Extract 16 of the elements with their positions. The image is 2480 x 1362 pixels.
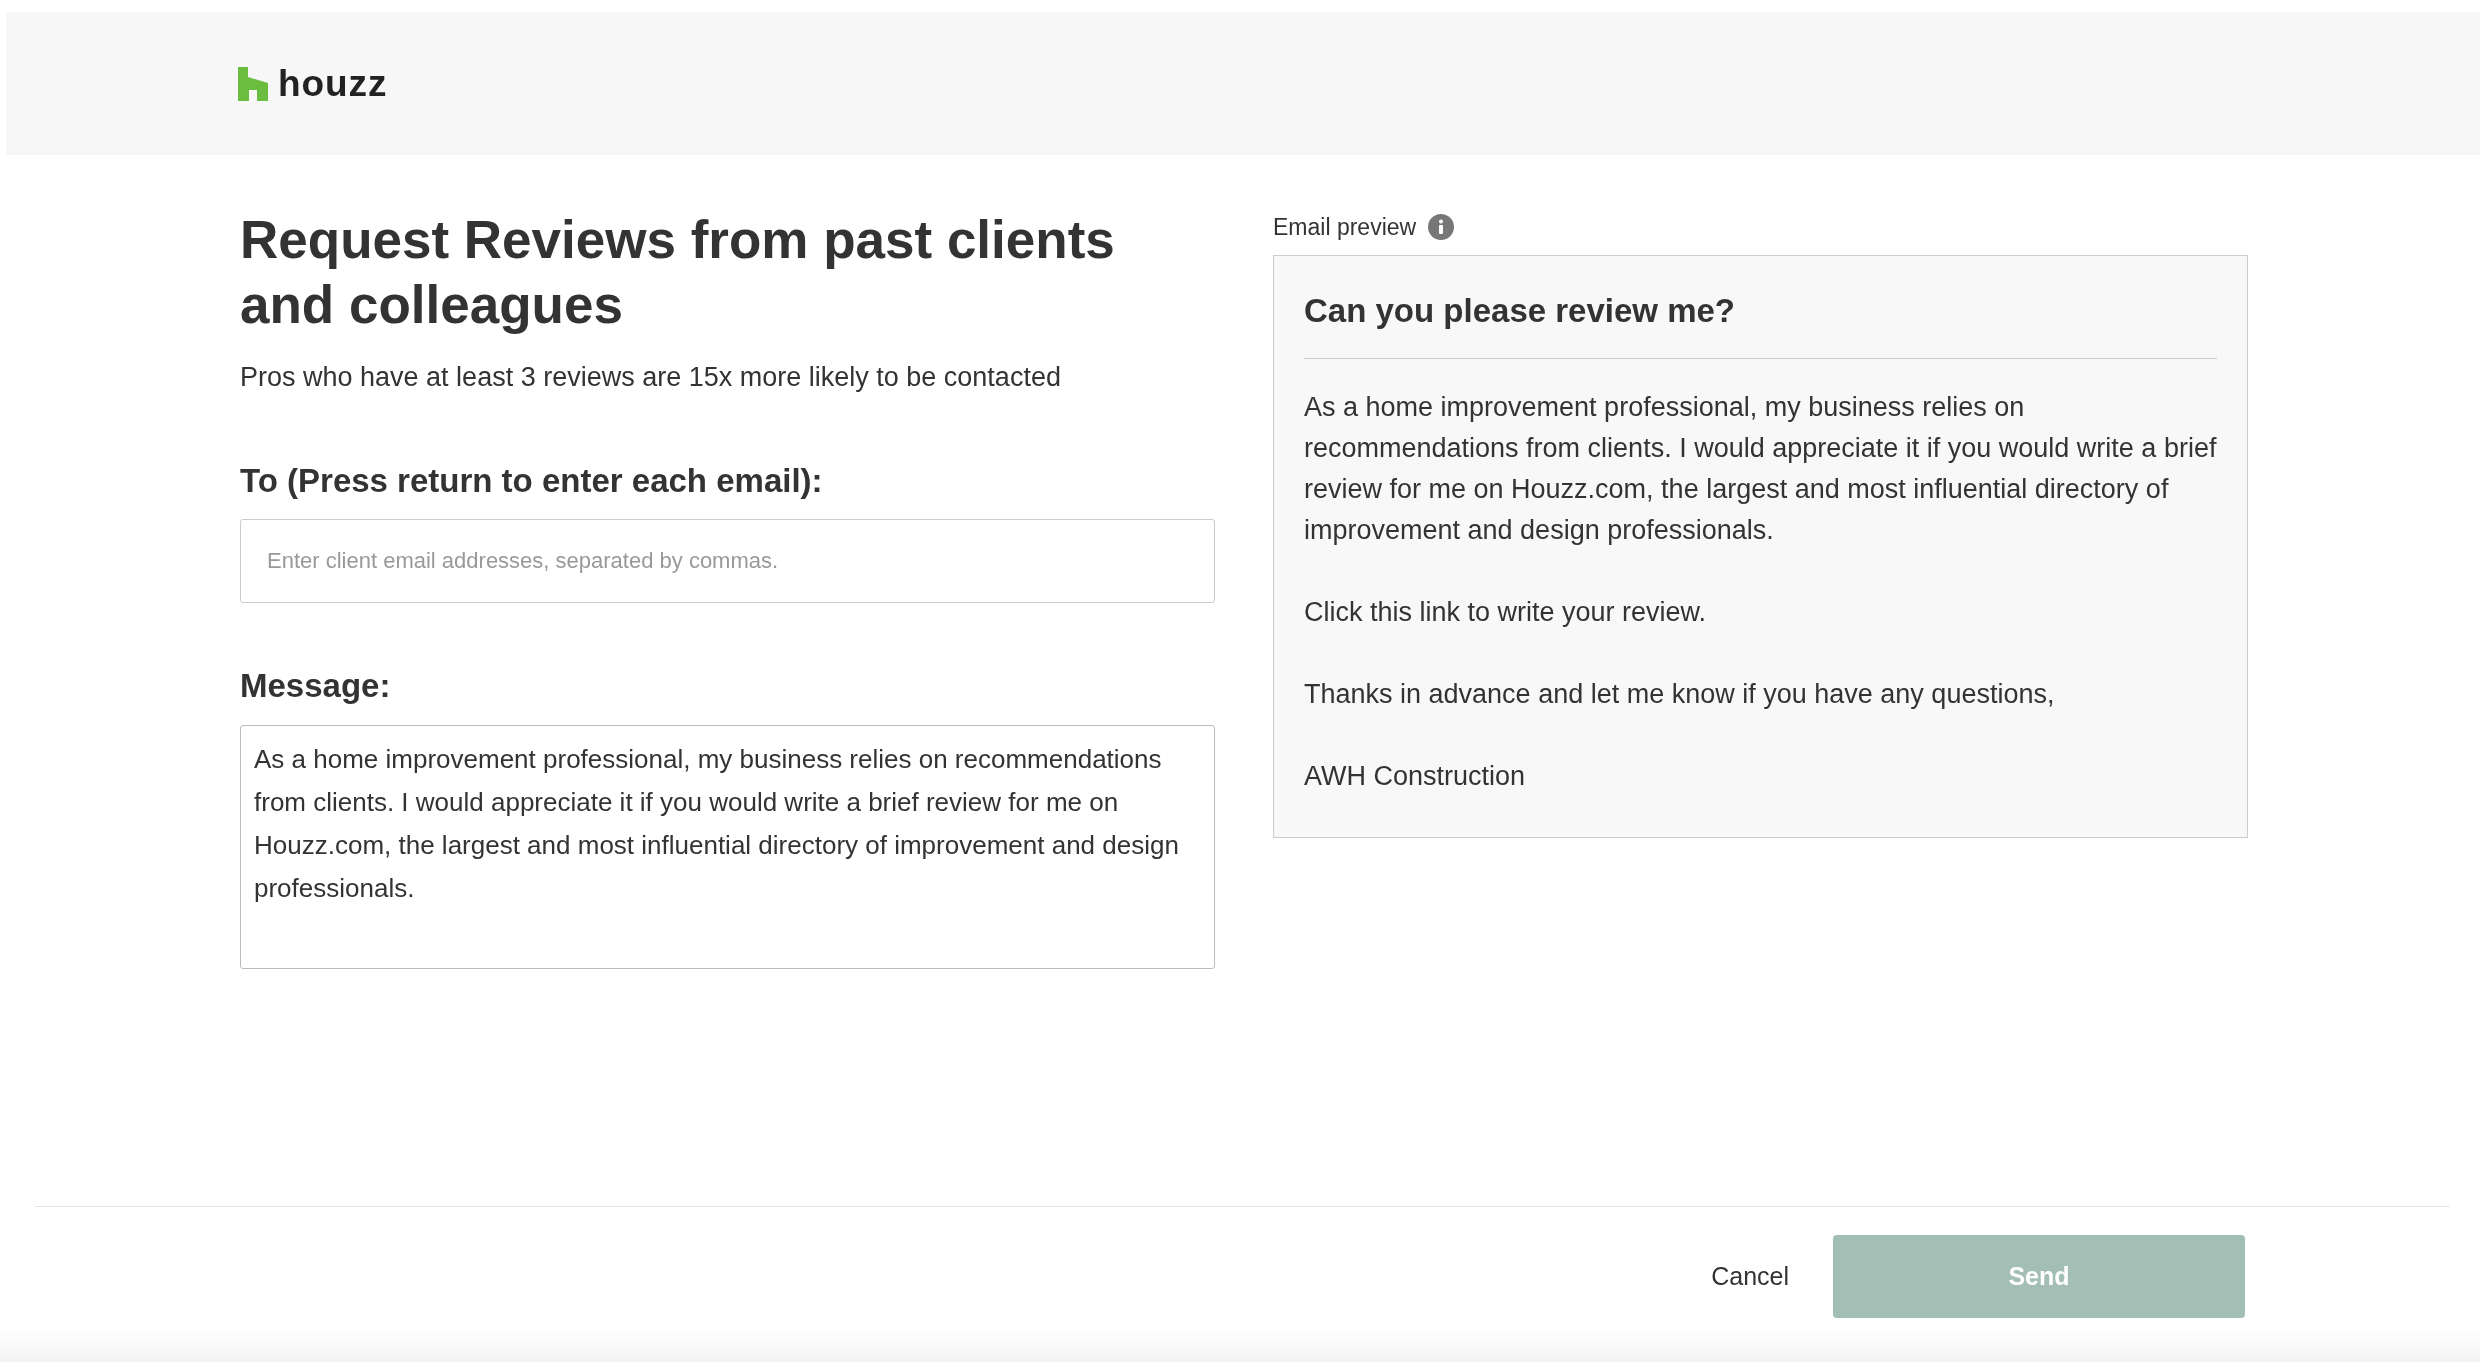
cancel-button[interactable]: Cancel [1711, 1257, 1789, 1296]
info-icon[interactable] [1428, 214, 1455, 240]
email-paragraph: Click this link to write your review. [1304, 595, 1708, 629]
preview-label: Email preview [1273, 212, 1417, 242]
email-paragraph: AWH Construction [1304, 759, 1527, 793]
page-title: Request Reviews from past clients and colleagues [240, 209, 1116, 336]
message-text-area[interactable]: As a home improvement professional, my business relies on recommendations from clients. I would appreciate it if you would write a brief review for me on Houzz.com, the largest and most influential directory of improvement and design professionals. [240, 724, 1215, 969]
email-paragraph: Thanks in advance and let me know if you have any questions, [1304, 677, 2056, 711]
subtitle: Pros who have at least 3 reviews are 15x more likely to be contacted [240, 361, 1062, 394]
house-logo-icon [238, 66, 268, 101]
email-subject: Can you please review me? [1304, 286, 2217, 359]
email-input-field[interactable]: Enter client email addresses, separated by commas. [240, 519, 1215, 603]
field-label: To (Press return to enter each email): [240, 460, 824, 501]
logo-text[interactable]: houzz [278, 65, 388, 102]
field-label: Message: [240, 666, 392, 706]
email-paragraph: As a home improvement professional, my business relies on recommendations from clients. I would appreciate it if you would write a brief review for me on Houzz.com, the largest and most influential directory of improvement and design professionals. [1304, 390, 2217, 547]
